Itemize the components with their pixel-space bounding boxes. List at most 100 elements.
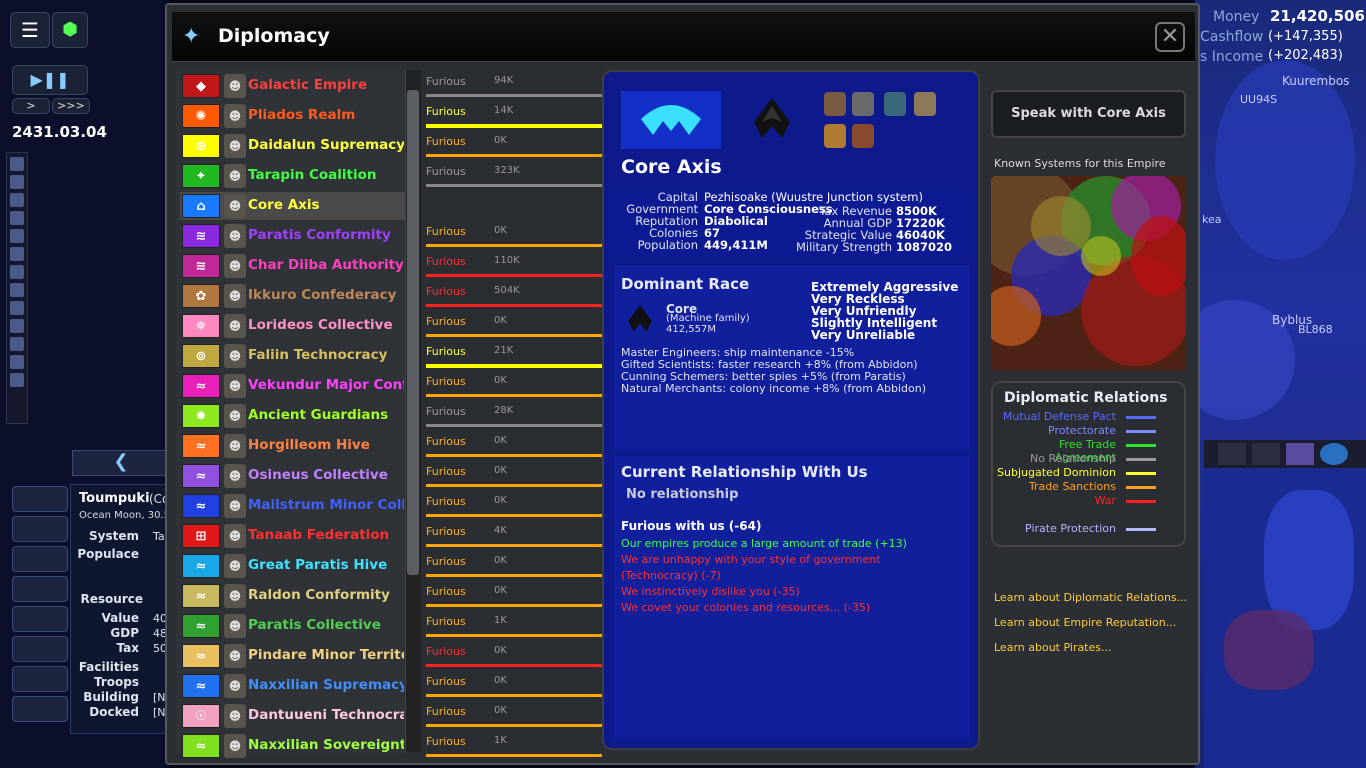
- race-portrait-icon: ☻: [224, 644, 246, 668]
- learn-empire-reputation-link[interactable]: Learn about Empire Reputation...: [994, 616, 1176, 629]
- race-portrait-icon: [824, 92, 846, 116]
- gear-icon[interactable]: [12, 606, 68, 632]
- known-systems-label: Known Systems for this Empire: [994, 157, 1166, 170]
- play-pause-button[interactable]: ▶❚❚: [12, 65, 88, 95]
- race-portrait-icon: ☻: [224, 494, 246, 518]
- shortcut-icon[interactable]: [10, 355, 24, 369]
- shortcut-icon[interactable]: [10, 157, 24, 171]
- shortcut-icon[interactable]: [10, 283, 24, 297]
- empire-row[interactable]: ≈ ☻ Paratis Collective: [180, 612, 406, 640]
- galaxy-filter-icon[interactable]: [1218, 443, 1246, 465]
- empire-row[interactable]: ✺ ☻ Pliados Realm: [180, 102, 406, 130]
- empire-row[interactable]: ✵ ☻ Lorideos Collective: [180, 312, 406, 340]
- dialog-title: Diplomacy: [218, 25, 330, 47]
- shortcut-icon[interactable]: [10, 319, 24, 333]
- empire-flag-icon: ≈: [182, 374, 220, 398]
- relation-value: 0K: [494, 375, 507, 386]
- relation-value: 0K: [494, 705, 507, 716]
- shortcut-icon[interactable]: [10, 211, 24, 225]
- shortcut-icon[interactable]: [10, 193, 24, 207]
- menu-list-icon[interactable]: ☰: [10, 12, 50, 48]
- empire-row[interactable]: ≈ ☻ Great Paratis Hive: [180, 552, 406, 580]
- empire-row[interactable]: ≈ ☻ Naxxilian Supremacy: [180, 672, 406, 700]
- collapse-panel-button[interactable]: ❮: [72, 450, 170, 476]
- flag-icon[interactable]: [12, 636, 68, 662]
- populace-label: Populace: [77, 547, 139, 561]
- empire-row[interactable]: ≈ ☻ Osineus Collective: [180, 462, 406, 490]
- shortcut-icon[interactable]: [10, 175, 24, 189]
- empire-row[interactable]: ✦ ☻ Tarapin Coalition: [180, 162, 406, 190]
- shortcut-icon[interactable]: [10, 301, 24, 315]
- empire-row[interactable]: ⊞ ☻ Tanaab Federation: [180, 522, 406, 550]
- nebula-filter-icon[interactable]: [1286, 443, 1314, 465]
- empire-row[interactable]: ≋ ☻ Paratis Conformity: [180, 222, 406, 250]
- empire-name: Faliin Technocracy: [248, 347, 388, 363]
- empire-row[interactable]: ≈ ☻ Horgilleom Hive: [180, 432, 406, 460]
- resource-label: Resource: [80, 592, 143, 606]
- shortcut-icon[interactable]: [10, 265, 24, 279]
- list-scroll-thumb[interactable]: [407, 90, 419, 575]
- empire-row[interactable]: ≈☻Pindare Minor Territory: [180, 642, 406, 670]
- learn-pirates-link[interactable]: Learn about Pirates...: [994, 641, 1112, 654]
- empire-flag-icon: ≈: [182, 464, 220, 488]
- race-portrait-icon: [824, 124, 846, 148]
- relationship-heading: Current Relationship With Us: [621, 463, 868, 481]
- empire-row[interactable]: ≈ ☻ Raldon Conformity: [180, 582, 406, 610]
- relation-value: 0K: [494, 495, 507, 506]
- close-button[interactable]: ✕: [1155, 22, 1185, 52]
- shortcut-icon[interactable]: [10, 337, 24, 351]
- race-portrait-icon: ☻: [224, 434, 246, 458]
- empire-flag-icon: ⌂: [182, 194, 220, 218]
- shortcut-icon[interactable]: [10, 247, 24, 261]
- relation-bar: [426, 244, 602, 247]
- empire-row[interactable]: ≈☻Vekundur Major Conform: [180, 372, 406, 400]
- planet-filter-icon[interactable]: [1320, 443, 1348, 465]
- pirate-protection-label: Pirate Protection: [1025, 522, 1116, 535]
- troops-icon[interactable]: [12, 666, 68, 692]
- race-traits: Extremely Aggressive Very Reckless Very …: [811, 281, 958, 341]
- empire-row[interactable]: ✹ ☻ Ancient Guardians: [180, 402, 406, 430]
- empire-name: Paratis Collective: [248, 617, 381, 633]
- population-label: Population: [637, 238, 698, 252]
- speed-slow-button[interactable]: >: [12, 98, 50, 114]
- star-filter-icon[interactable]: [1252, 443, 1280, 465]
- minimap[interactable]: [1204, 470, 1366, 768]
- relation-label: Furious: [426, 495, 466, 508]
- relations-heading: Diplomatic Relations: [1004, 390, 1168, 406]
- empire-row[interactable]: ≋ ☻ Char Diiba Authority: [180, 252, 406, 280]
- race-portrait-icon: ☻: [224, 344, 246, 368]
- relation-bar: [426, 574, 602, 577]
- empire-row[interactable]: ✿ ☻ Ikkuro Confederacy: [180, 282, 406, 310]
- empire-row[interactable]: ≈☻Mailstrum Minor Collecti: [180, 492, 406, 520]
- planet-icon[interactable]: [12, 516, 68, 542]
- income-value: (+202,483): [1268, 48, 1343, 63]
- empire-row[interactable]: ☉☻Dantuueni Technocracy: [180, 702, 406, 730]
- gdp-label: GDP: [110, 626, 139, 640]
- relation-bar: [426, 154, 602, 157]
- empire-row[interactable]: ≈ ☻ Naxxilian Sovereignty: [180, 732, 406, 760]
- relation-cell: Furious 0K: [426, 702, 602, 730]
- speak-with-empire-button[interactable]: Speak with Core Axis: [991, 90, 1186, 138]
- race-portrait-icon: ☻: [224, 284, 246, 308]
- learn-diplomatic-relations-link[interactable]: Learn about Diplomatic Relations...: [994, 591, 1187, 604]
- value-label: Value: [101, 611, 139, 625]
- legend-line: [1126, 486, 1156, 489]
- help-icon[interactable]: [12, 696, 68, 722]
- speed-fast-button[interactable]: >>>: [52, 98, 90, 114]
- empire-row[interactable]: ⌂ ☻ Core Axis: [180, 192, 406, 220]
- relation-value: 0K: [494, 435, 507, 446]
- known-systems-map[interactable]: [991, 176, 1186, 370]
- relation-label: Furious: [426, 255, 466, 268]
- shortcut-icon[interactable]: [10, 229, 24, 243]
- shortcut-icon[interactable]: [10, 373, 24, 387]
- empire-row[interactable]: ⊚ ☻ Faliin Technocracy: [180, 342, 406, 370]
- legend-line: [1126, 472, 1156, 475]
- empire-row[interactable]: ◆ ☻ Galactic Empire: [180, 72, 406, 100]
- empire-flag-icon: ☉: [182, 704, 220, 728]
- ship-icon[interactable]: [12, 576, 68, 602]
- empire-row[interactable]: ⊕ ☻ Daidalun Supremacy: [180, 132, 406, 160]
- eye-icon[interactable]: [12, 546, 68, 572]
- help-hex-icon[interactable]: ⬢: [52, 12, 88, 48]
- target-icon[interactable]: [12, 486, 68, 512]
- empire-name: Ancient Guardians: [248, 407, 389, 423]
